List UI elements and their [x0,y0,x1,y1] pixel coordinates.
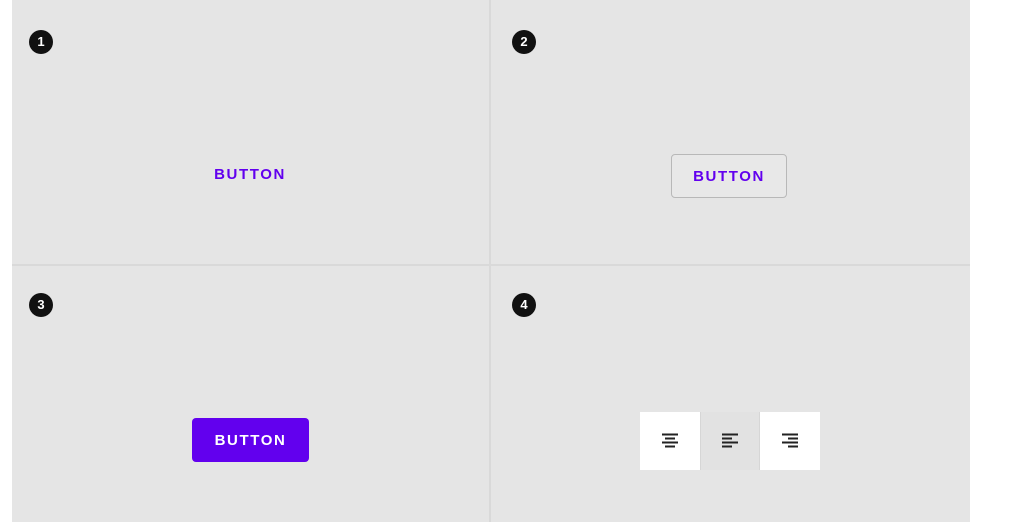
format-align-center-icon [662,433,678,448]
format-align-right-icon [782,433,798,448]
text-button[interactable]: BUTTON [210,163,290,185]
toggle-align-right[interactable] [760,412,820,470]
number-badge-4: 4 [512,293,536,317]
toggle-button-group [640,412,820,470]
number-badge-3: 3 [29,293,53,317]
horizontal-divider [12,264,970,266]
format-align-left-icon [722,433,738,448]
outlined-button[interactable]: BUTTON [671,154,787,198]
contained-button[interactable]: BUTTON [192,418,309,462]
number-badge-2: 2 [512,30,536,54]
toggle-align-center[interactable] [640,412,700,470]
toggle-align-left[interactable] [700,412,760,470]
button-variants-grid: 1 BUTTON 2 BUTTON 3 BUTTON 4 [12,0,970,522]
vertical-divider [489,0,491,522]
number-badge-1: 1 [29,30,53,54]
